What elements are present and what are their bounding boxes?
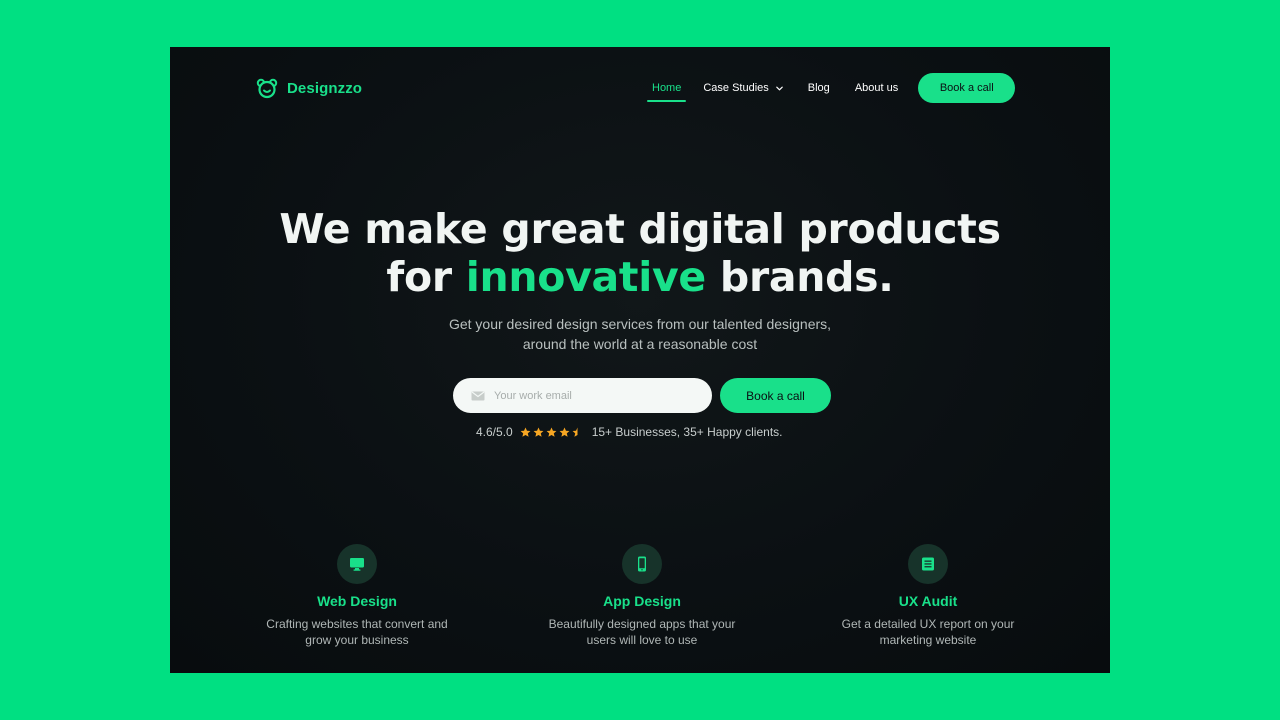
landing-page-frame: Designzzo Home Case Studies Blog About u… xyxy=(170,47,1110,673)
monitor-icon xyxy=(350,558,364,571)
main-nav: Home Case Studies Blog About us Book a c… xyxy=(646,73,1016,103)
logo-icon xyxy=(256,77,278,99)
hero-title-line1: We make great digital products xyxy=(279,205,1001,253)
feature-title: UX Audit xyxy=(898,593,958,609)
nav-item-about-us[interactable]: About us xyxy=(855,82,898,94)
hero-subtitle: Get your desired design services from ou… xyxy=(170,314,1110,354)
feature-description-line1: Beautifully designed apps that your xyxy=(548,617,736,631)
chevron-down-icon xyxy=(775,86,783,90)
feature-description-line2: marketing website xyxy=(879,633,977,647)
email-field-wrapper[interactable] xyxy=(453,378,712,413)
hero-book-call-button[interactable]: Book a call xyxy=(720,378,831,413)
feature-title: App Design xyxy=(603,593,681,609)
star-icon xyxy=(546,427,557,437)
nav-item-home[interactable]: Home xyxy=(646,82,687,102)
star-icon xyxy=(533,427,544,437)
feature-description-line2: users will love to use xyxy=(586,633,698,647)
rating-stars xyxy=(520,427,583,438)
feature-title: Web Design xyxy=(317,593,397,609)
hero-subtitle-line1: Get your desired design services from ou… xyxy=(448,316,832,332)
nav-item-blog[interactable]: Blog xyxy=(808,82,830,94)
feature-description: Beautifully designed apps that your user… xyxy=(537,616,747,648)
feature-icon-badge xyxy=(908,544,948,584)
mail-icon xyxy=(471,391,485,400)
email-signup-form: Book a call xyxy=(453,378,831,413)
feature-app-design: App Design Beautifully designed apps tha… xyxy=(522,544,762,648)
brand-logo[interactable]: Designzzo xyxy=(256,77,362,99)
nav-item-case-studies[interactable]: Case Studies xyxy=(703,82,783,94)
star-icon xyxy=(520,427,531,437)
feature-web-design: Web Design Crafting websites that conver… xyxy=(237,544,477,648)
rating-row: 4.6/5.0 15+ Businesses, 35+ Happy client… xyxy=(476,425,782,439)
smartphone-icon xyxy=(638,556,646,572)
feature-description-line1: Get a detailed UX report on your xyxy=(841,617,1015,631)
feature-description: Get a detailed UX report on your marketi… xyxy=(823,616,1033,648)
feature-description-line2: grow your business xyxy=(305,633,409,647)
nav-item-label: Case Studies xyxy=(703,82,769,94)
hero-title-prefix: for xyxy=(386,253,466,301)
email-input[interactable] xyxy=(494,389,694,402)
report-icon xyxy=(922,557,934,571)
feature-ux-audit: UX Audit Get a detailed UX report on you… xyxy=(808,544,1048,648)
rating-value: 4.6/5.0 xyxy=(476,425,513,439)
feature-icon-badge xyxy=(337,544,377,584)
star-icon xyxy=(559,427,570,437)
feature-description: Crafting websites that convert and grow … xyxy=(252,616,462,648)
brand-name: Designzzo xyxy=(287,79,363,97)
hero-title-accent: innovative xyxy=(465,253,706,301)
feature-icon-badge xyxy=(622,544,662,584)
nav-book-call-button[interactable]: Book a call xyxy=(918,73,1016,103)
half-star-icon xyxy=(572,427,578,437)
hero-title-suffix: brands. xyxy=(705,253,894,301)
clients-text: 15+ Businesses, 35+ Happy clients. xyxy=(591,425,783,439)
hero-subtitle-line2: around the world at a reasonable cost xyxy=(522,336,758,352)
hero-title: We make great digital products for innov… xyxy=(170,205,1110,301)
feature-description-line1: Crafting websites that convert and xyxy=(266,617,448,631)
